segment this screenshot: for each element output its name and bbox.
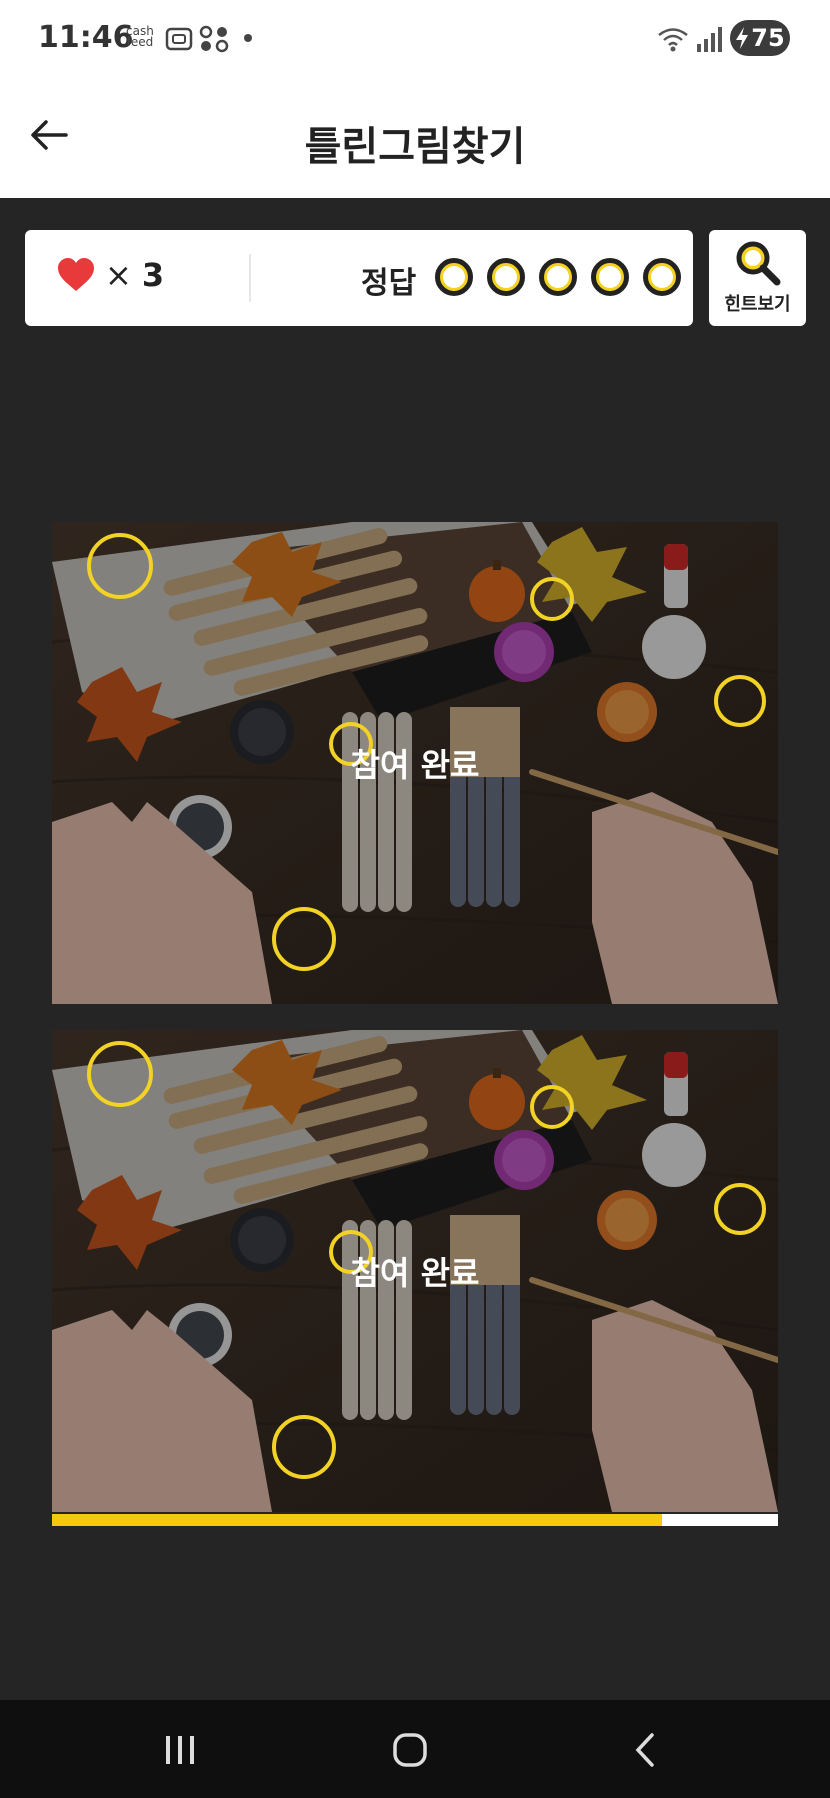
found-difference-marker — [329, 722, 373, 766]
answer-slots — [435, 258, 681, 296]
system-nav-bar — [0, 1700, 830, 1798]
found-difference-marker — [272, 1415, 336, 1479]
hint-button[interactable]: 힌트보기 — [709, 230, 806, 326]
lives-counter: × 3 — [57, 256, 164, 294]
timer-progress-fill — [52, 1514, 662, 1526]
battery-level: 75 — [751, 24, 785, 52]
puzzle-image-bottom[interactable]: 참여 완료 — [52, 1030, 778, 1512]
answer-slot — [591, 258, 629, 296]
status-time: 11:46 — [38, 20, 134, 55]
found-difference-marker — [272, 907, 336, 971]
times-sign: × — [105, 256, 132, 294]
app-header: 틀린그림찾기 — [0, 76, 830, 198]
found-difference-marker — [530, 1085, 574, 1129]
cashfeed-icon: cash feed — [126, 25, 154, 49]
answer-slot — [487, 258, 525, 296]
answer-slot — [643, 258, 681, 296]
found-difference-marker — [714, 675, 766, 727]
found-difference-marker — [87, 533, 153, 599]
found-difference-marker — [329, 1230, 373, 1274]
found-difference-marker — [530, 577, 574, 621]
recent-apps-icon[interactable] — [160, 1730, 200, 1770]
page-title: 틀린그림찾기 — [304, 124, 526, 170]
battery-indicator: 75 — [730, 20, 790, 56]
hint-label: 힌트보기 — [724, 294, 791, 315]
divider — [249, 254, 251, 302]
game-status-card: × 3 정답 — [25, 230, 693, 326]
back-nav-icon[interactable] — [626, 1730, 666, 1770]
lives-count: 3 — [141, 256, 165, 294]
screenshot-icon — [165, 27, 193, 51]
apps-icon — [199, 25, 229, 53]
craft-scene-image — [52, 522, 778, 1004]
puzzle-image-top[interactable]: 참여 완료 — [52, 522, 778, 1004]
heart-icon — [58, 258, 94, 291]
charging-icon — [736, 27, 749, 49]
status-bar: 11:46 cash feed 75 — [0, 0, 830, 76]
home-icon[interactable] — [390, 1730, 430, 1770]
found-difference-marker — [87, 1041, 153, 1107]
magnifier-icon — [736, 241, 781, 286]
notification-dot — [244, 34, 252, 42]
wifi-icon — [658, 28, 688, 52]
signal-icon — [697, 27, 722, 52]
cashfeed-bottom-text: feed — [126, 35, 154, 49]
answer-label: 정답 — [361, 266, 417, 301]
answer-slot — [539, 258, 577, 296]
answer-slot — [435, 258, 473, 296]
timer-progress-bar — [52, 1514, 778, 1526]
found-difference-marker — [714, 1183, 766, 1235]
craft-scene-image — [52, 1030, 778, 1512]
